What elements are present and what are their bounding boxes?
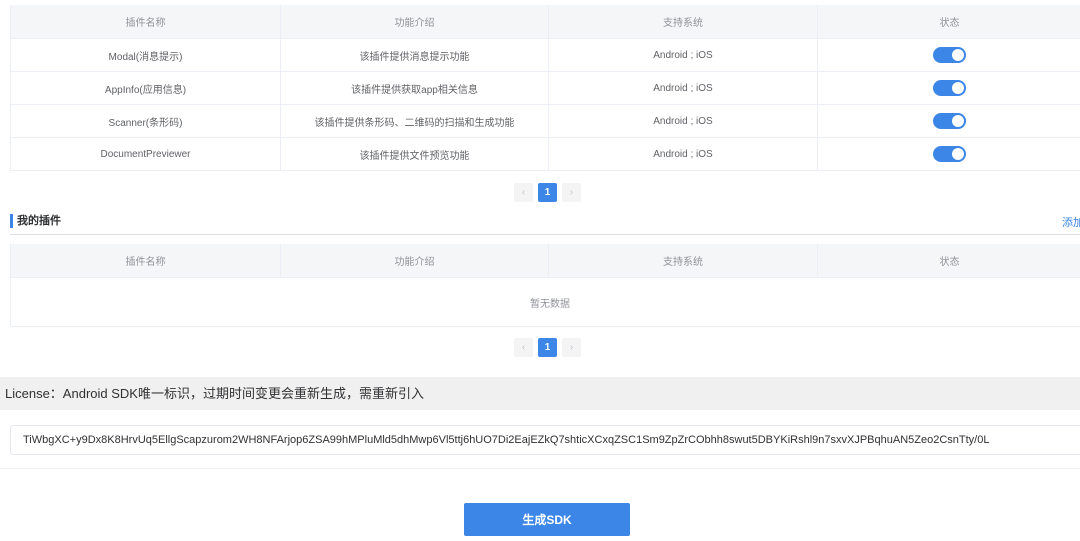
next-page-button[interactable]: › xyxy=(562,338,581,357)
table-row: AppInfo(应用信息) 该插件提供获取app相关信息 Android ; i… xyxy=(11,72,1080,105)
status-toggle[interactable] xyxy=(933,47,966,63)
plugin-name: Scanner(条形码) xyxy=(11,105,281,137)
pagination: ‹ 1 › xyxy=(514,338,581,357)
table-header: 插件名称 功能介绍 支持系统 状态 xyxy=(11,244,1080,278)
header-name: 插件名称 xyxy=(11,5,281,38)
header-system: 支持系统 xyxy=(549,244,818,277)
plugin-name: AppInfo(应用信息) xyxy=(11,72,281,104)
next-page-button[interactable]: › xyxy=(562,183,581,202)
table-row: Scanner(条形码) 该插件提供条形码、二维码的扫描和生成功能 Androi… xyxy=(11,105,1080,138)
license-label: License：Android SDK唯一标识，过期时间变更会重新生成，需重新引… xyxy=(0,377,1080,410)
plugin-desc: 该插件提供消息提示功能 xyxy=(281,39,549,71)
my-plugins-table: 插件名称 功能介绍 支持系统 状态 暂无数据 xyxy=(10,244,1080,327)
add-plugin-link[interactable]: 添加 xyxy=(1062,214,1080,230)
page-1-button[interactable]: 1 xyxy=(538,338,557,357)
table-row: DocumentPreviewer 该插件提供文件预览功能 Android ; … xyxy=(11,138,1080,171)
table-header: 插件名称 功能介绍 支持系统 状态 xyxy=(11,5,1080,39)
status-toggle[interactable] xyxy=(933,80,966,96)
status-toggle[interactable] xyxy=(933,146,966,162)
plugin-name: DocumentPreviewer xyxy=(11,138,281,170)
prev-page-button[interactable]: ‹ xyxy=(514,183,533,202)
section-title: 我的插件 xyxy=(10,214,61,228)
pagination: ‹ 1 › xyxy=(514,183,581,202)
generate-sdk-button[interactable]: 生成SDK xyxy=(464,503,630,536)
prev-page-button[interactable]: ‹ xyxy=(514,338,533,357)
plugin-desc: 该插件提供条形码、二维码的扫描和生成功能 xyxy=(281,105,549,137)
header-name: 插件名称 xyxy=(11,244,281,277)
header-desc: 功能介绍 xyxy=(281,244,549,277)
page-1-button[interactable]: 1 xyxy=(538,183,557,202)
header-system: 支持系统 xyxy=(549,5,818,38)
plugin-system: Android ; iOS xyxy=(549,138,818,170)
divider xyxy=(10,234,1080,235)
header-desc: 功能介绍 xyxy=(281,5,549,38)
license-key-field[interactable]: TiWbgXC+y9Dx8K8HrvUq5EllgScapzurom2WH8NF… xyxy=(10,425,1080,455)
plugins-table: 插件名称 功能介绍 支持系统 状态 Modal(消息提示) 该插件提供消息提示功… xyxy=(10,5,1080,171)
empty-text: 暂无数据 xyxy=(11,278,1080,327)
status-toggle[interactable] xyxy=(933,113,966,129)
plugin-system: Android ; iOS xyxy=(549,105,818,137)
plugin-system: Android ; iOS xyxy=(549,39,818,71)
plugin-system: Android ; iOS xyxy=(549,72,818,104)
divider xyxy=(0,468,1080,469)
plugin-desc: 该插件提供获取app相关信息 xyxy=(281,72,549,104)
header-status: 状态 xyxy=(939,18,960,29)
header-status: 状态 xyxy=(939,257,960,268)
table-row: Modal(消息提示) 该插件提供消息提示功能 Android ; iOS xyxy=(11,39,1080,72)
plugin-desc: 该插件提供文件预览功能 xyxy=(281,138,549,170)
plugin-name: Modal(消息提示) xyxy=(11,39,281,71)
